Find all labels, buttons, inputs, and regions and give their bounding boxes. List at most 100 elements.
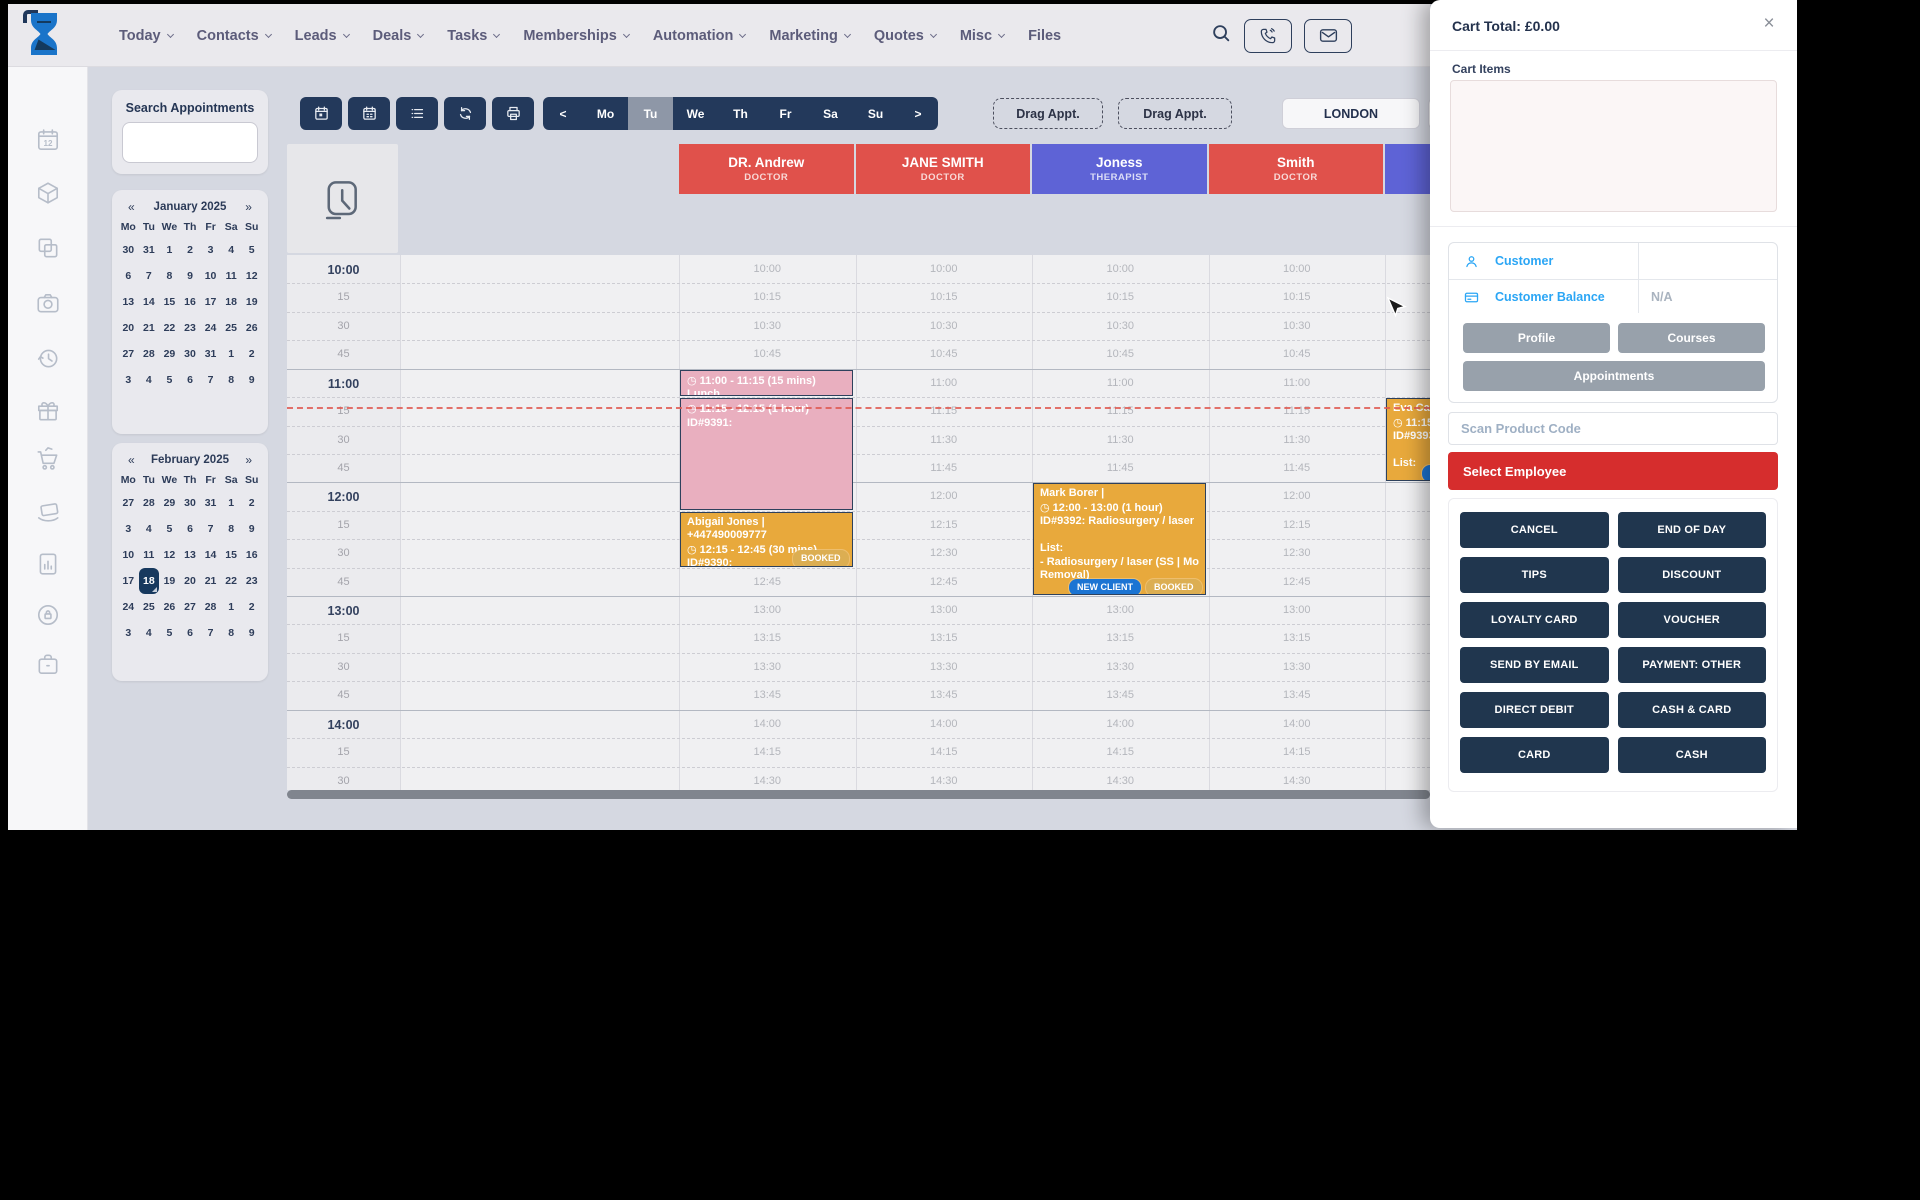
calendar-day[interactable]: 14 [200,542,221,568]
refresh-icon[interactable] [444,97,486,130]
calendar-day[interactable]: 30 [118,237,139,263]
time-slot[interactable]: 12:45 [1385,576,1430,588]
calendar-day[interactable]: 31 [139,237,160,263]
calendar-day[interactable]: 15 [159,289,180,315]
appointment-block[interactable]: Abigail Jones |+447490009777◷12:15 - 12:… [680,512,853,567]
calendar-day[interactable]: 9 [241,367,262,393]
search-icon[interactable] [1210,22,1232,49]
calendar-day[interactable]: 23 [180,315,201,341]
calendar-day[interactable]: 22 [159,315,180,341]
calendar-day[interactable]: 22 [221,568,242,594]
time-slot[interactable]: 13:30 [1385,661,1430,673]
time-slot[interactable]: 13:00 [1385,604,1430,616]
time-slot[interactable]: 12:30 [856,547,1033,559]
nav-item-files[interactable]: Files [1028,28,1061,44]
time-slot[interactable]: 14:15 [1032,746,1209,758]
calendar-day[interactable]: 6 [180,367,201,393]
calendar-day[interactable]: 28 [139,490,160,516]
calendar-day[interactable]: 7 [200,367,221,393]
calendar-day[interactable]: 2 [241,490,262,516]
day-prev-button[interactable]: < [543,97,583,130]
calendar-day[interactable]: 17 [200,289,221,315]
calendar-day[interactable]: 23 [241,568,262,594]
time-slot[interactable]: 11:30 [856,434,1033,446]
calendar-day[interactable]: 5 [159,516,180,542]
calendar-day[interactable]: 1 [221,341,242,367]
time-slot[interactable]: 13:15 [1385,632,1430,644]
mail-button[interactable] [1304,19,1352,53]
time-slot[interactable]: 10:30 [1032,320,1209,332]
calendar-day[interactable]: 3 [118,516,139,542]
print-icon[interactable] [492,97,534,130]
calendar-day[interactable]: 9 [241,620,262,646]
time-slot[interactable]: 10:30 [679,320,856,332]
time-slot[interactable]: 10:30 [856,320,1033,332]
calendar-day[interactable]: 17 [118,568,139,594]
appointment-block[interactable]: Mark Borer |◷12:00 - 13:00 (1 hour)ID#93… [1033,483,1206,595]
time-slot[interactable]: 13:45 [679,689,856,701]
time-slot[interactable]: 13:15 [1209,632,1386,644]
customer-row-customer[interactable]: Customer [1449,243,1777,279]
calendar-day[interactable]: 8 [221,367,242,393]
calendar-day[interactable]: 4 [139,620,160,646]
calendar-day[interactable]: 21 [200,568,221,594]
camera-icon[interactable] [31,286,65,320]
calendar-day[interactable]: 29 [159,490,180,516]
calendar-day[interactable]: 1 [159,237,180,263]
time-slot[interactable]: 11:00 [856,377,1033,389]
payment-button-card[interactable]: CARD [1460,737,1609,773]
calendar-day[interactable]: 15 [221,542,242,568]
appointment-block[interactable]: ◷11:15 - 12:15 (1 hour)ID#9391: [680,398,853,510]
time-slot[interactable]: 11:45 [1032,462,1209,474]
payment-button-loyalty-card[interactable]: LOYALTY CARD [1460,602,1609,638]
calendar-day[interactable]: 25 [221,315,242,341]
payment-button-end-of-day[interactable]: END OF DAY [1618,512,1767,548]
calendar-day[interactable]: 4 [139,516,160,542]
time-slot[interactable]: 12:30 [1209,547,1386,559]
payment-button-voucher[interactable]: VOUCHER [1618,602,1767,638]
time-slot[interactable]: 13:00 [1032,604,1209,616]
time-slot[interactable]: 11:00 [1385,377,1430,389]
time-slot[interactable]: 13:15 [1032,632,1209,644]
calendar-day[interactable]: 18 [139,568,160,594]
time-slot[interactable]: 10:15 [679,291,856,303]
calendar-day[interactable]: 14 [139,289,160,315]
day-tab-th[interactable]: Th [718,97,763,130]
search-appointments-input[interactable] [122,122,258,163]
calendar-day[interactable]: 16 [241,542,262,568]
time-slot[interactable]: 12:00 [1385,490,1430,502]
calendar-day[interactable]: 3 [118,620,139,646]
appointments-button[interactable]: Appointments [1463,361,1765,391]
time-slot[interactable]: 10:00 [1032,263,1209,275]
horizontal-scrollbar[interactable] [287,790,1430,799]
payment-button-cancel[interactable]: CANCEL [1460,512,1609,548]
calendar-day[interactable]: 3 [200,237,221,263]
calendar-day[interactable]: 28 [200,594,221,620]
time-slot[interactable]: 13:15 [679,632,856,644]
phone-button[interactable] [1244,19,1292,53]
time-slot[interactable]: 14:00 [1032,718,1209,730]
calendar-day[interactable]: 16 [180,289,201,315]
calendar-day[interactable]: 8 [159,263,180,289]
day-tab-fr[interactable]: Fr [763,97,808,130]
calendar-day[interactable]: 5 [159,367,180,393]
time-slot[interactable]: 12:15 [1385,519,1430,531]
calendar-day[interactable]: 29 [159,341,180,367]
calendar-month-icon[interactable] [348,97,390,130]
calendar-day[interactable]: 7 [139,263,160,289]
drag-appt-button-2[interactable]: Drag Appt. [1118,98,1232,129]
payment-hand-icon[interactable] [31,496,65,530]
time-slot[interactable]: 14:15 [1385,746,1430,758]
calendar-next-icon[interactable]: » [243,200,254,214]
payment-button-discount[interactable]: DISCOUNT [1618,557,1767,593]
calendar-day[interactable]: 26 [159,594,180,620]
package-icon[interactable] [31,176,65,210]
calendar-day[interactable]: 6 [118,263,139,289]
time-slot[interactable]: 12:00 [856,490,1033,502]
close-icon[interactable]: × [1757,12,1781,36]
calendar-day[interactable]: 11 [139,542,160,568]
calendar-day[interactable]: 4 [139,367,160,393]
time-slot[interactable]: 13:30 [679,661,856,673]
calendar-day[interactable]: 6 [180,620,201,646]
calendar-day[interactable]: 3 [118,367,139,393]
